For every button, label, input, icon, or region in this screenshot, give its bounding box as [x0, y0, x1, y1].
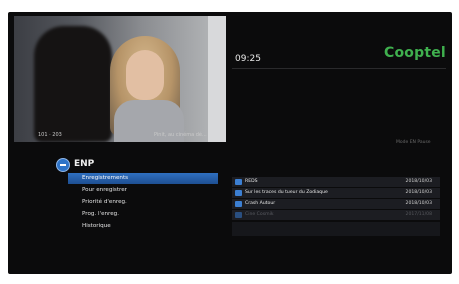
recording-icon [235, 201, 242, 207]
recording-date: 2018/10/03 [405, 190, 432, 195]
recording-icon [235, 212, 242, 218]
preview-caption-program: Pinit, au cinéma dé... [154, 132, 207, 138]
presenter-face [126, 50, 164, 100]
menu-item-pour-enregistrer[interactable]: Pour enregistrer [68, 185, 218, 196]
menu-item-enregistrements[interactable]: Enregistrements [68, 173, 218, 184]
menu-item-historique[interactable]: Historique [68, 221, 218, 232]
recording-title: REDS [245, 179, 258, 184]
status-hint: Mode EN Pause [396, 140, 431, 145]
header-divider [232, 68, 446, 69]
section-title: ENP [74, 159, 95, 169]
clock: 09:25 [235, 54, 261, 64]
list-item[interactable]: Cine Cosmik 2017/11/08 [232, 210, 440, 220]
menu-item-priorite[interactable]: Priorité d'enreg. [68, 197, 218, 208]
list-item[interactable]: Crash Autour 2018/10/03 [232, 199, 440, 209]
recording-date: 2018/10/03 [405, 179, 432, 184]
preview-caption-channels: 101 · 203 [38, 132, 62, 138]
tv-screen: 101 · 203 Pinit, au cinéma dé... 09:25 C… [8, 12, 452, 274]
video-preview [14, 16, 226, 142]
recording-date: 2017/11/08 [405, 212, 432, 217]
enp-icon [56, 158, 70, 172]
recordings-list: REDS 2018/10/03 Sur les traces du tueur … [232, 177, 440, 221]
brand-logo: Cooptel [384, 45, 446, 61]
blurred-figure [34, 26, 112, 142]
preview-side-panel [208, 16, 226, 142]
recording-title: Sur les traces du tueur du Zodiaque [245, 190, 328, 195]
recording-icon [235, 179, 242, 185]
recording-title: Crash Autour [245, 201, 276, 206]
enp-menu: Enregistrements Pour enregistrer Priorit… [68, 173, 218, 233]
list-footer [232, 222, 440, 236]
list-item[interactable]: REDS 2018/10/03 [232, 177, 440, 187]
recording-date: 2018/10/03 [405, 201, 432, 206]
recording-icon [235, 190, 242, 196]
recording-title: Cine Cosmik [245, 212, 274, 217]
menu-item-prog[interactable]: Prog. l'enreg. [68, 209, 218, 220]
list-item[interactable]: Sur les traces du tueur du Zodiaque 2018… [232, 188, 440, 198]
preview-caption: 101 · 203 Pinit, au cinéma dé... [16, 128, 226, 142]
